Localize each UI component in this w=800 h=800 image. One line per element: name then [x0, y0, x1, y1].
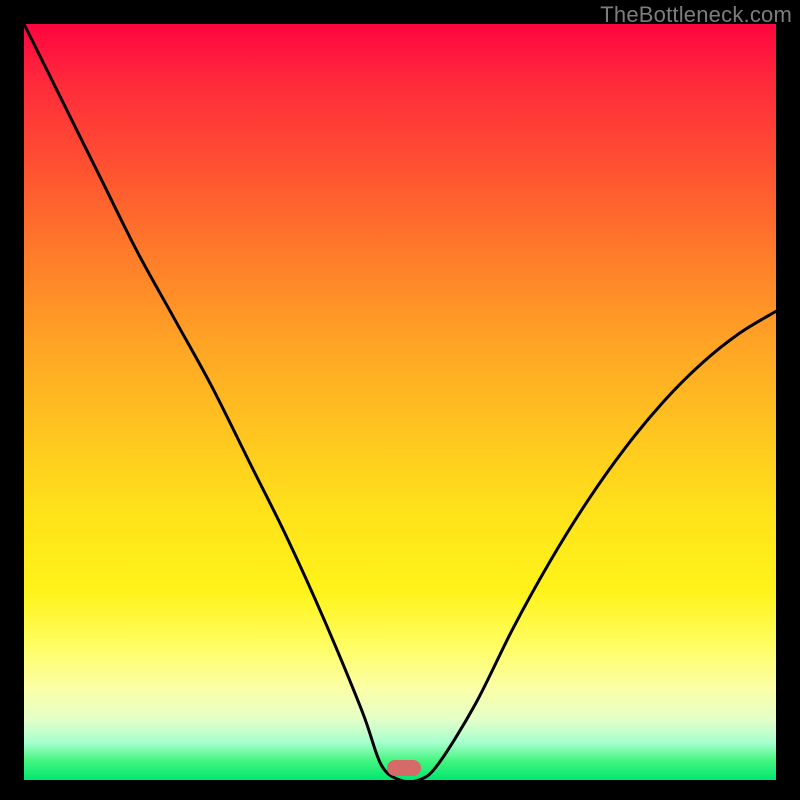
- optimal-marker: [387, 760, 421, 776]
- chart-frame: TheBottleneck.com: [0, 0, 800, 800]
- plot-area: [24, 24, 776, 780]
- bottleneck-curve: [24, 24, 776, 780]
